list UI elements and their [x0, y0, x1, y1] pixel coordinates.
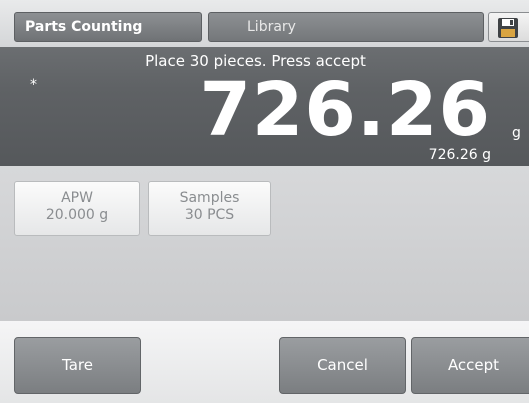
samples-label: Samples	[179, 190, 240, 206]
info-panel: APW 20.000 g Samples 30 PCS	[0, 166, 529, 321]
samples-button[interactable]: Samples 30 PCS	[148, 181, 271, 236]
cancel-button[interactable]: Cancel	[279, 337, 406, 394]
tare-button[interactable]: Tare	[14, 337, 141, 394]
sub-weight-value: 726.26 g	[428, 147, 491, 163]
weight-unit: g	[512, 125, 521, 141]
save-button[interactable]	[488, 12, 529, 42]
top-bar: Parts Counting Library	[0, 0, 529, 47]
apw-label: APW	[61, 190, 93, 206]
floppy-disk-icon	[498, 18, 518, 38]
weight-value: 726.26	[199, 67, 491, 153]
apw-value: 20.000 g	[45, 207, 109, 223]
tab-library[interactable]: Library	[208, 12, 484, 42]
weight-display: Place 30 pieces. Press accept * 726.26 g…	[0, 47, 529, 166]
action-bar: Tare Cancel Accept	[0, 321, 529, 403]
accept-button[interactable]: Accept	[411, 337, 529, 394]
stability-indicator: *	[30, 77, 37, 93]
tab-parts-counting[interactable]: Parts Counting	[14, 12, 202, 42]
apw-button[interactable]: APW 20.000 g	[14, 181, 140, 236]
samples-value: 30 PCS	[184, 207, 235, 223]
